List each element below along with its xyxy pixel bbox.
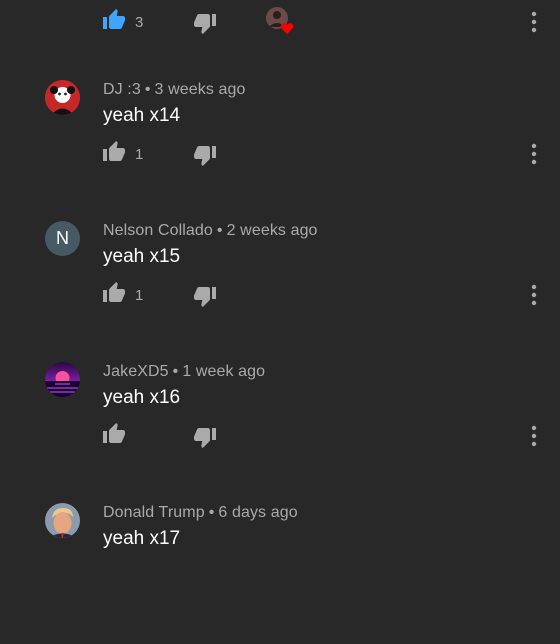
- comment-text: yeah x14: [103, 105, 181, 126]
- thumb-down-icon[interactable]: [193, 284, 217, 308]
- avatar[interactable]: [45, 80, 80, 115]
- separator-dot: •: [216, 222, 223, 239]
- avatar[interactable]: N: [45, 221, 80, 256]
- author-name[interactable]: DJ :3: [103, 81, 141, 98]
- comment-meta: JakeXD5 • 1 week ago: [103, 363, 265, 381]
- thumb-up-icon[interactable]: [102, 140, 126, 164]
- red-character-avatar-icon: [45, 80, 80, 115]
- separator-dot: •: [208, 504, 215, 521]
- avatar[interactable]: [45, 503, 80, 538]
- comment-text: yeah x15: [103, 246, 181, 267]
- thumb-up-icon[interactable]: [102, 422, 126, 446]
- thumb-up-icon[interactable]: [102, 8, 126, 32]
- comment-time[interactable]: 1 week ago: [182, 363, 265, 380]
- avatar-letter: N: [56, 228, 69, 248]
- more-vert-icon[interactable]: [526, 424, 542, 448]
- more-vert-icon[interactable]: [526, 283, 542, 307]
- more-vert-icon[interactable]: [526, 142, 542, 166]
- top-comment-actions: 3: [0, 7, 560, 42]
- thumb-down-icon[interactable]: [193, 143, 217, 167]
- author-name[interactable]: JakeXD5: [103, 363, 169, 380]
- author-name[interactable]: Nelson Collado: [103, 222, 213, 239]
- comment-actions: [0, 422, 560, 456]
- comment-item: N Nelson Collado • 2 weeks ago yeah x15 1: [0, 221, 560, 362]
- like-count: 1: [135, 146, 144, 163]
- creator-heart-icon: [266, 7, 294, 34]
- separator-dot: •: [172, 363, 179, 380]
- photo-avatar-icon: [45, 503, 80, 538]
- comment-text: yeah x16: [103, 387, 181, 408]
- author-name[interactable]: Donald Trump: [103, 504, 205, 521]
- comment-item: JakeXD5 • 1 week ago yeah x16: [0, 362, 560, 503]
- comment-meta: Donald Trump • 6 days ago: [103, 504, 298, 522]
- more-vert-icon[interactable]: [526, 10, 542, 34]
- comment-time[interactable]: 3 weeks ago: [155, 81, 246, 98]
- comment-meta: DJ :3 • 3 weeks ago: [103, 81, 245, 99]
- avatar[interactable]: [45, 362, 80, 397]
- comment-actions: 1: [0, 140, 560, 174]
- comment-item: DJ :3 • 3 weeks ago yeah x14 1: [0, 80, 560, 221]
- comment-actions: 1: [0, 281, 560, 315]
- thumb-down-icon[interactable]: [193, 11, 217, 35]
- separator-dot: •: [144, 81, 151, 98]
- like-count: 3: [135, 14, 144, 31]
- synthwave-avatar-icon: [45, 362, 80, 397]
- comment-meta: Nelson Collado • 2 weeks ago: [103, 222, 318, 240]
- comment-time[interactable]: 2 weeks ago: [227, 222, 318, 239]
- comment-text: yeah x17: [103, 528, 181, 549]
- comment-item: Donald Trump • 6 days ago yeah x17: [0, 503, 560, 644]
- thumb-up-icon[interactable]: [102, 281, 126, 305]
- like-count: 1: [135, 287, 144, 304]
- comment-time[interactable]: 6 days ago: [218, 504, 297, 521]
- thumb-down-icon[interactable]: [193, 425, 217, 449]
